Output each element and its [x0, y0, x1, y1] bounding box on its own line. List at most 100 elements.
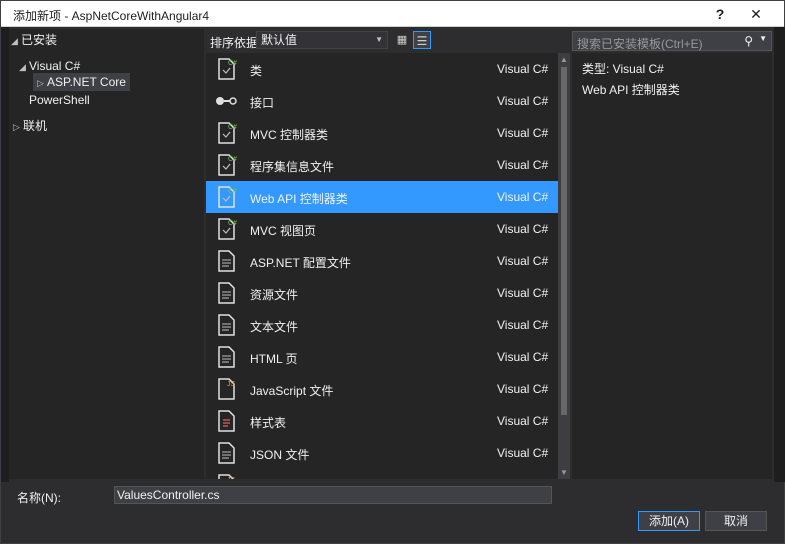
- title-bar: 添加新项 - AspNetCoreWithAngular4 ? ✕: [1, 1, 784, 27]
- tree-label-online: 联机: [23, 119, 48, 133]
- search-input[interactable]: 搜索已安装模板(Ctrl+E) ⚲ ▼: [572, 31, 772, 51]
- svg-text:JS: JS: [227, 381, 236, 388]
- collapsed-arrow-icon: ▷: [37, 78, 44, 88]
- template-language: Visual C#: [497, 350, 549, 364]
- tree-label-installed: 已安装: [21, 33, 58, 47]
- template-name: JSON 文件: [250, 448, 310, 462]
- template-row[interactable]: C# 类 Visual C#: [206, 53, 558, 85]
- scrollbar-thumb[interactable]: [561, 67, 567, 415]
- add-new-item-dialog: 添加新项 - AspNetCoreWithAngular4 ? ✕ ◢ 已安装 ◢…: [0, 0, 785, 544]
- grid-view-button[interactable]: ▦: [393, 31, 411, 49]
- template-row[interactable]: C# MVC 控制器类 Visual C#: [206, 117, 558, 149]
- scrollbar[interactable]: ▲ ▼: [558, 53, 570, 479]
- scroll-down-icon[interactable]: ▼: [560, 468, 568, 477]
- info-description: Web API 控制器类: [582, 83, 680, 97]
- add-button[interactable]: 添加(A): [638, 511, 700, 531]
- svg-text:C#: C#: [228, 156, 237, 163]
- template-language: Visual C#: [497, 158, 549, 172]
- template-name: MVC 控制器类: [250, 128, 329, 142]
- stylesheet-icon: [214, 409, 238, 433]
- svg-text:C#: C#: [228, 60, 237, 67]
- background-editor-edge-right: [774, 27, 785, 482]
- background-editor-edge: [1, 27, 9, 482]
- template-info-panel: 类型: Visual C# Web API 控制器类: [572, 53, 772, 479]
- grid-icon: ▦: [396, 34, 408, 46]
- template-language: Visual C#: [497, 286, 549, 300]
- chevron-down-icon[interactable]: ▼: [759, 34, 767, 43]
- template-row[interactable]: 资源文件 Visual C#: [206, 277, 558, 309]
- template-language: Visual C#: [497, 478, 548, 479]
- template-row[interactable]: C# Web API 控制器类 Visual C#: [206, 181, 558, 213]
- config-file-icon: [214, 249, 238, 273]
- template-row[interactable]: JSON 文件 Visual C#: [206, 437, 558, 469]
- template-row[interactable]: JS Visual C#: [206, 469, 558, 479]
- list-icon: ☰: [416, 34, 428, 48]
- template-language: Visual C#: [497, 446, 549, 460]
- name-label: 名称(N):: [17, 491, 61, 505]
- tree-label-visual-csharp: Visual C#: [29, 59, 81, 73]
- template-language: Visual C#: [497, 62, 549, 76]
- search-icon[interactable]: ⚲: [744, 34, 753, 48]
- svg-text:C#: C#: [228, 220, 237, 227]
- tree-label-powershell: PowerShell: [29, 93, 90, 107]
- svg-text:C#: C#: [228, 188, 237, 195]
- tree-label-aspnet-core: ASP.NET Core: [47, 75, 126, 89]
- list-view-button[interactable]: ☰: [413, 31, 431, 49]
- controller-file-icon: C#: [214, 185, 238, 209]
- template-name: 资源文件: [250, 288, 299, 302]
- category-tree: ◢ 已安装 ◢ Visual C# ▷ ASP.NET Core PowerShell…: [9, 29, 204, 479]
- template-language: Visual C#: [497, 254, 549, 268]
- help-button[interactable]: ?: [709, 4, 731, 24]
- template-name: JavaScript 文件: [250, 384, 334, 398]
- javascript-file-icon: JS: [214, 473, 238, 479]
- template-language: Visual C#: [497, 414, 549, 428]
- template-name: ASP.NET 配置文件: [250, 256, 351, 270]
- controller-file-icon: C#: [214, 121, 238, 145]
- template-language: Visual C#: [497, 382, 549, 396]
- template-language: Visual C#: [497, 318, 549, 332]
- template-name: 文本文件: [250, 320, 299, 334]
- svg-text:C#: C#: [228, 124, 237, 131]
- tree-item-aspnet-core[interactable]: ▷ ASP.NET Core: [33, 73, 130, 91]
- json-file-icon: [214, 441, 238, 465]
- template-name: 接口: [250, 96, 275, 110]
- svg-text:JS: JS: [227, 477, 236, 479]
- sort-value: 默认值: [261, 33, 298, 47]
- expanded-arrow-icon: ◢: [11, 36, 18, 46]
- template-row[interactable]: ASP.NET 配置文件 Visual C#: [206, 245, 558, 277]
- class-file-icon: C#: [214, 57, 238, 81]
- html-file-icon: [214, 345, 238, 369]
- template-language: Visual C#: [497, 94, 549, 108]
- sort-label: 排序依据:: [210, 36, 262, 50]
- template-list: C# 类 Visual C# 接口 Visual C# C# MVC 控制器类 Visual …: [206, 53, 570, 479]
- template-row[interactable]: C# 程序集信息文件 Visual C#: [206, 149, 558, 181]
- tree-item-online[interactable]: ▷ 联机: [13, 117, 47, 135]
- sort-dropdown[interactable]: 默认值 ▼: [256, 31, 388, 49]
- template-row[interactable]: 接口 Visual C#: [206, 85, 558, 117]
- name-field[interactable]: [114, 486, 552, 504]
- resource-file-icon: [214, 281, 238, 305]
- window-title: 添加新项 - AspNetCoreWithAngular4: [13, 9, 210, 23]
- view-page-icon: C#: [214, 217, 238, 241]
- close-button[interactable]: ✕: [745, 4, 767, 24]
- tree-item-installed[interactable]: ◢ 已安装: [11, 31, 57, 49]
- scroll-up-icon[interactable]: ▲: [560, 55, 568, 64]
- template-name: 程序集信息文件: [250, 160, 335, 174]
- template-name: 样式表: [250, 416, 287, 430]
- template-row[interactable]: C# MVC 视图页 Visual C#: [206, 213, 558, 245]
- template-row[interactable]: HTML 页 Visual C#: [206, 341, 558, 373]
- text-file-icon: [214, 313, 238, 337]
- interface-icon: [214, 89, 238, 113]
- template-row[interactable]: 样式表 Visual C#: [206, 405, 558, 437]
- template-language: Visual C#: [497, 222, 549, 236]
- template-row[interactable]: JS JavaScript 文件 Visual C#: [206, 373, 558, 405]
- cancel-button[interactable]: 取消: [705, 511, 767, 531]
- template-language: Visual C#: [497, 190, 549, 204]
- info-type: 类型: Visual C#: [582, 62, 664, 76]
- expanded-arrow-icon: ◢: [19, 62, 26, 72]
- assembly-info-icon: C#: [214, 153, 238, 177]
- search-placeholder: 搜索已安装模板(Ctrl+E): [577, 37, 703, 51]
- template-name: 类: [250, 64, 263, 78]
- tree-item-powershell[interactable]: PowerShell: [29, 91, 90, 109]
- template-row[interactable]: 文本文件 Visual C#: [206, 309, 558, 341]
